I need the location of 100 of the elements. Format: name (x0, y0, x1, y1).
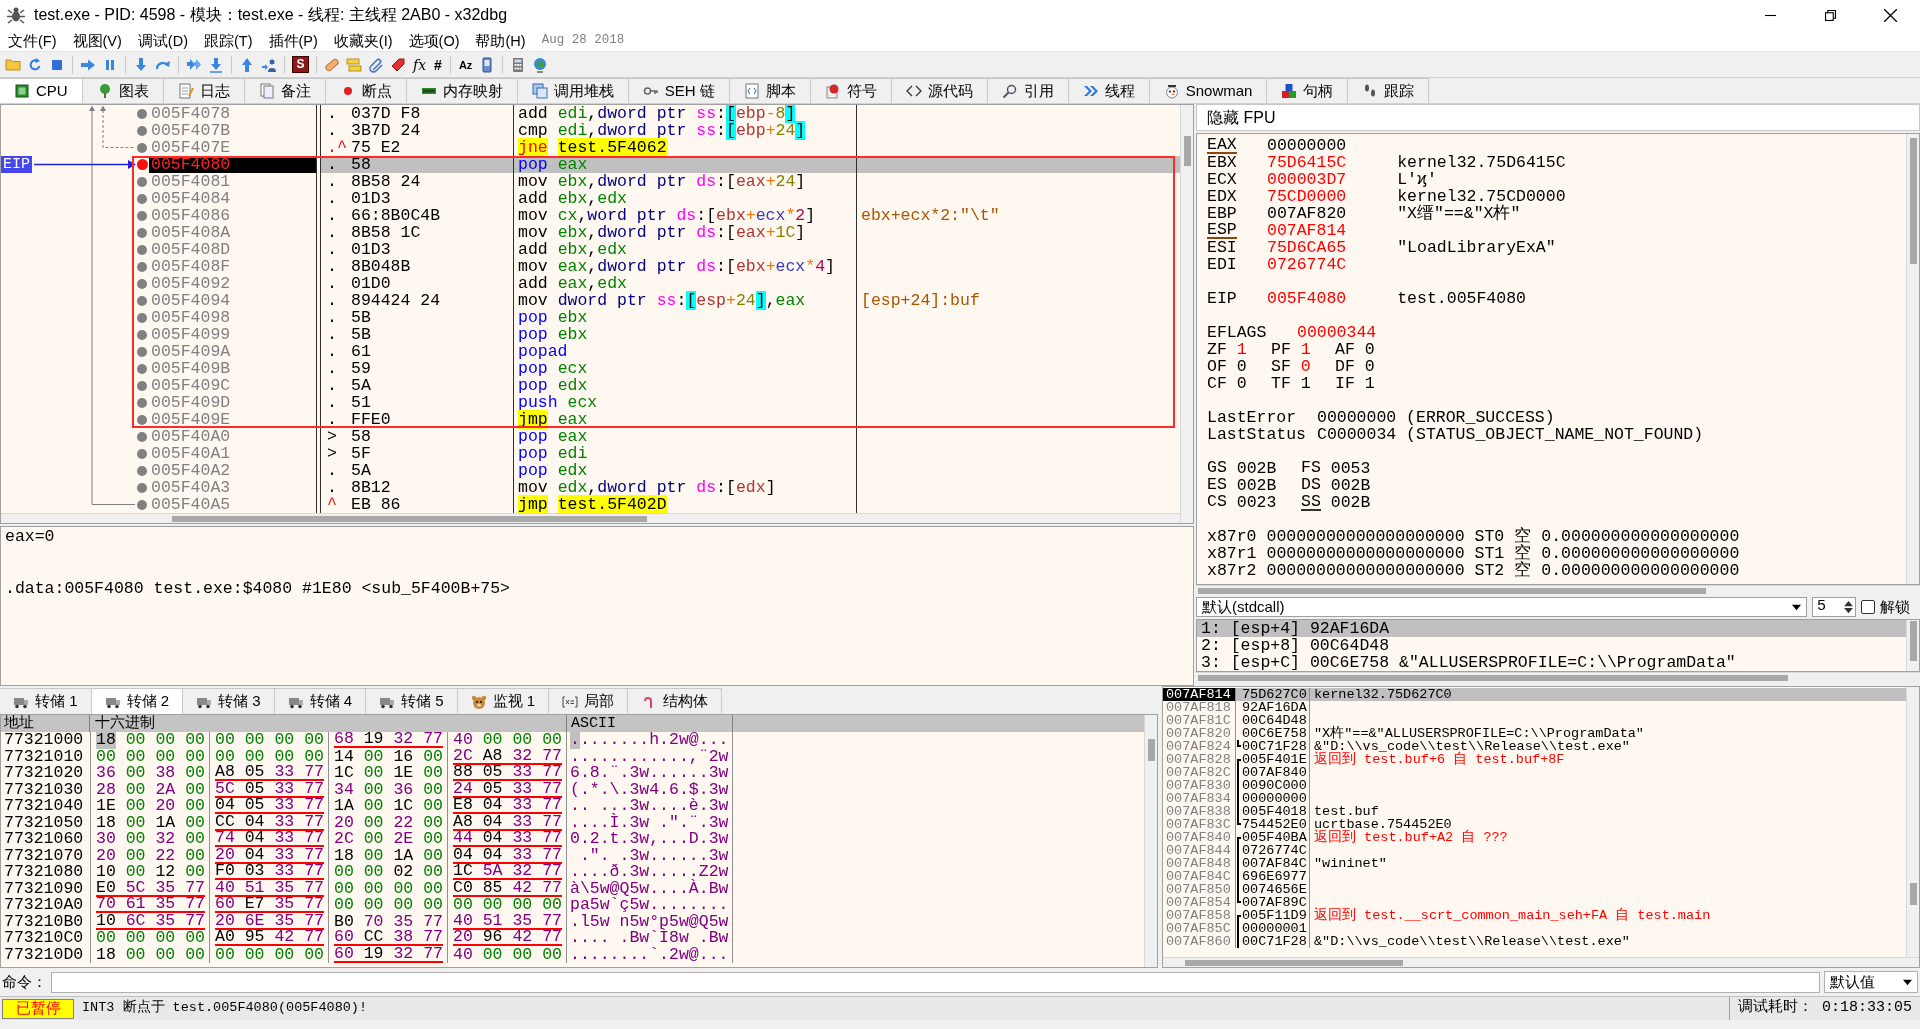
argument-row[interactable]: 3: [esp+C] 00C6E758 &"ALLUSERSPROFILE=C:\\ProgramData" (1197, 654, 1906, 671)
hex-cell[interactable]: 00 00 00 00 (90, 748, 209, 765)
hex-cell[interactable]: 20 04 33 77 (209, 847, 328, 864)
register-value[interactable]: 75CD0000 (1267, 188, 1347, 205)
hex-cell[interactable]: 36 00 38 00 (90, 765, 209, 782)
mode-dropdown[interactable]: 默认值 (1824, 971, 1918, 993)
dot-icon[interactable] (137, 482, 147, 493)
paperclip-icon[interactable] (368, 56, 384, 73)
address-cell[interactable]: 005F408D (149, 241, 316, 258)
dot-icon[interactable] (137, 397, 147, 408)
address-cell[interactable]: 005F409E (149, 411, 316, 428)
column-header[interactable]: ASCII (571, 715, 616, 732)
tab[interactable]: 图表 (82, 78, 164, 103)
vertical-scrollbar[interactable] (1144, 715, 1157, 967)
dot-icon[interactable] (137, 380, 147, 391)
register-value[interactable]: 007AF814 (1267, 222, 1347, 239)
hex-cell[interactable]: 18 00 00 00 (90, 732, 209, 749)
tab[interactable]: 跟踪 (1348, 78, 1430, 103)
address-cell[interactable]: 007AF84C (1163, 870, 1235, 883)
dot-icon[interactable] (137, 244, 147, 255)
fpu-register-value[interactable]: 00000000000000000000 (1266, 545, 1465, 562)
globe-icon[interactable] (532, 56, 549, 73)
dot-icon[interactable] (137, 414, 147, 425)
hex-cell[interactable]: 60 E7 35 77 (209, 897, 328, 914)
hex-cell[interactable]: 10 00 12 00 (90, 864, 209, 881)
hex-cell[interactable]: 40 51 35 77 (447, 913, 566, 930)
calling-convention-dropdown[interactable]: 默认(stdcall) (1196, 597, 1807, 617)
hex-cell[interactable]: 2C 00 2E 00 (328, 831, 447, 848)
address-cell[interactable]: 007AF81C (1163, 714, 1235, 727)
hex-cell[interactable]: 00 00 00 00 (447, 897, 566, 914)
tab[interactable]: 断点 (325, 78, 407, 103)
tab[interactable]: 转储 1 (0, 688, 92, 714)
register-value[interactable]: 00000344 (1297, 324, 1377, 341)
address-cell[interactable]: 005F409D (149, 394, 316, 411)
hex-cell[interactable]: 34 00 36 00 (328, 781, 447, 798)
hex-cell[interactable]: 00 00 00 00 (328, 897, 447, 914)
address-cell[interactable]: 005F4078 (149, 105, 316, 122)
tab[interactable]: 局部 (549, 688, 629, 714)
scrollbar-thumb[interactable] (1910, 621, 1917, 661)
dot-icon[interactable] (137, 125, 147, 136)
address-cell[interactable]: 005F40A3 (149, 479, 316, 496)
tab[interactable]: 句柄 (1267, 78, 1349, 103)
hex-cell[interactable]: 10 6C 35 77 (90, 913, 209, 930)
hex-cell[interactable]: 18 00 1A 00 (328, 847, 447, 864)
hex-cell[interactable]: 20 96 42 77 (447, 930, 566, 947)
scrollbar-thumb[interactable] (172, 516, 647, 522)
menu-item[interactable]: 选项(O) (408, 30, 460, 51)
menu-item[interactable]: 调试(D) (137, 30, 188, 51)
address-cell[interactable]: 005F4094 (149, 292, 316, 309)
segment-value[interactable]: 002B (1236, 460, 1277, 477)
fpu-toggle-button[interactable]: 隐藏 FPU (1196, 104, 1920, 131)
tab[interactable]: 引用 (987, 78, 1069, 103)
dot-icon[interactable] (137, 448, 147, 459)
circular-arrow-icon[interactable] (27, 56, 43, 73)
address-cell[interactable]: 005F407E (149, 139, 316, 156)
segment-value[interactable]: 0023 (1236, 494, 1277, 511)
flag-value[interactable]: 1 (1236, 341, 1247, 358)
folder-icon[interactable] (5, 56, 21, 73)
tab[interactable]: Snowman (1149, 78, 1268, 103)
dot-icon[interactable] (137, 142, 147, 153)
address-cell[interactable]: 007AF854 (1163, 896, 1235, 909)
tab[interactable]: 转储 3 (183, 688, 275, 714)
dot-icon[interactable] (137, 431, 147, 442)
vertical-scrollbar[interactable] (1906, 134, 1919, 584)
segment-value[interactable]: 002B (1330, 494, 1371, 511)
address-cell[interactable]: 007AF840 (1163, 831, 1235, 844)
vertical-scrollbar[interactable] (1180, 105, 1193, 523)
hex-cell[interactable]: A8 05 33 77 (209, 765, 328, 782)
flag-value[interactable]: 0 (1364, 341, 1375, 358)
hex-cell[interactable]: 00 00 00 00 (209, 748, 328, 765)
hex-cell[interactable]: 70 61 35 77 (90, 897, 209, 914)
arrow-up-icon[interactable] (239, 56, 255, 73)
hex-cell[interactable]: 24 05 33 77 (447, 781, 566, 798)
hex-cell[interactable]: C0 85 42 77 (447, 880, 566, 897)
horizontal-scrollbar[interactable] (1196, 672, 1920, 682)
arrow-down-icon[interactable] (133, 56, 149, 73)
register-value[interactable]: 75D6415C (1267, 154, 1347, 171)
fpu-register-value[interactable]: 00000000000000000000 (1266, 528, 1465, 545)
tab[interactable]: 脚本 (729, 78, 811, 103)
tab[interactable]: 源代码 (891, 78, 988, 103)
hex-cell[interactable]: 60 19 32 77 (328, 946, 447, 963)
address-cell[interactable]: 007AF820 (1163, 727, 1235, 740)
dot-icon[interactable] (137, 329, 147, 340)
tab[interactable]: 转储 2 (91, 688, 184, 714)
address-cell[interactable]: 007AF838 (1163, 805, 1235, 818)
hex-cell[interactable]: CC 04 33 77 (209, 814, 328, 831)
segment-value[interactable]: 002B (1330, 477, 1371, 494)
flag-value[interactable]: 0 (1364, 358, 1375, 375)
hex-cell[interactable]: 40 00 00 00 (447, 732, 566, 749)
toolbar-button[interactable]: # (433, 55, 443, 74)
address-cell[interactable]: 005F4099 (149, 326, 316, 343)
address-cell[interactable]: 005F409B (149, 360, 316, 377)
address-cell[interactable]: 005F408A (149, 224, 316, 241)
address-cell[interactable]: 007AF834 (1163, 792, 1235, 805)
hex-cell[interactable]: 5C 05 33 77 (209, 781, 328, 798)
tab[interactable]: 转储 4 (274, 688, 367, 714)
address-cell[interactable]: 007AF82C (1163, 766, 1235, 779)
dot-icon[interactable] (137, 295, 147, 306)
hex-cell[interactable]: B0 70 35 77 (328, 913, 447, 930)
address-cell[interactable]: 007AF818 (1163, 701, 1235, 714)
